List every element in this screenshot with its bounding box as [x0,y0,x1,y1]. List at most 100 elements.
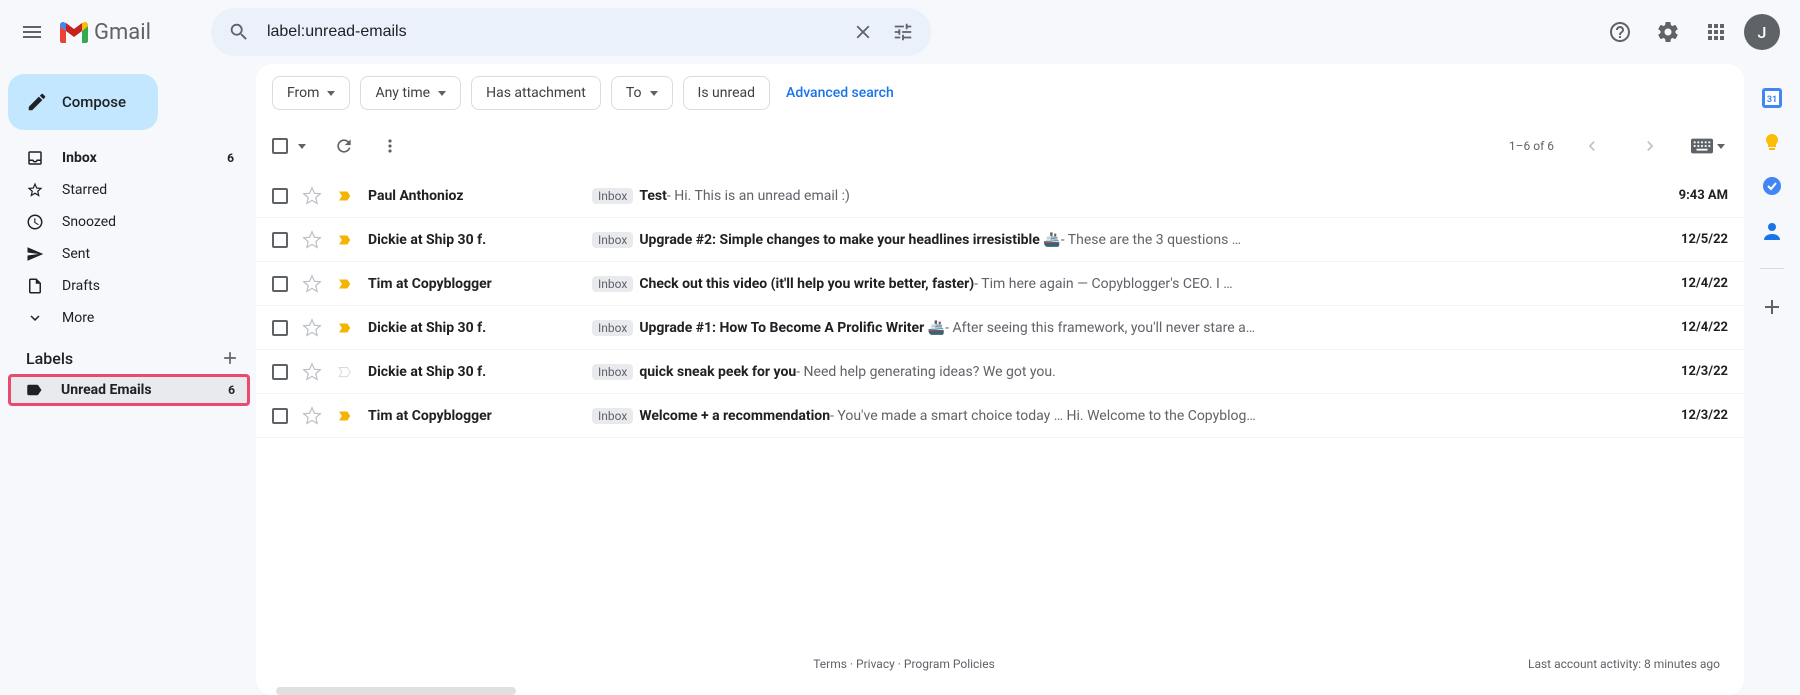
label-name: Unread Emails [61,382,210,398]
email-checkbox[interactable] [272,276,288,292]
search-input[interactable] [259,23,843,41]
email-row[interactable]: Tim at Copyblogger Inbox Check out this … [256,262,1744,306]
filter-is-unread[interactable]: Is unread [683,76,771,110]
importance-marker[interactable] [336,319,354,337]
apps-button[interactable] [1696,12,1736,52]
calendar-app-icon[interactable]: 31 [1762,88,1782,108]
policies-link[interactable]: Program Policies [904,657,995,671]
input-tools-button[interactable] [1688,126,1728,166]
email-subject: quick sneak peek for you [639,364,796,380]
star-button[interactable] [302,318,322,338]
sidebar-item-starred[interactable]: Starred [0,174,246,206]
logo[interactable]: Gmail [60,20,151,45]
nav-label: Inbox [62,150,209,166]
add-app-icon[interactable] [1762,297,1782,317]
terms-link[interactable]: Terms [813,657,847,671]
email-subject: Check out this video (it'll help you wri… [639,276,974,292]
label-unread-emails[interactable]: Unread Emails 6 [8,374,250,406]
sidebar-item-inbox[interactable]: Inbox6 [0,142,246,174]
email-date: 12/4/22 [1658,320,1728,335]
pencil-icon [26,91,48,113]
filter-any-time[interactable]: Any time [360,76,461,110]
email-checkbox[interactable] [272,408,288,424]
filter-has-attachment[interactable]: Has attachment [471,76,601,110]
select-all-checkbox[interactable] [272,138,288,154]
sidebar-item-more[interactable]: More [0,302,246,334]
compose-label: Compose [62,93,126,111]
help-button[interactable] [1600,12,1640,52]
email-sender: Paul Anthonioz [368,188,578,204]
scrollbar[interactable] [276,687,516,695]
panel-divider [1760,268,1784,269]
email-list: Paul Anthonioz Inbox Test - Hi. This is … [256,174,1744,527]
draft-icon [26,277,44,295]
hamburger-icon [20,20,44,44]
email-subject: Test [639,188,667,204]
footer: Terms · Privacy · Program Policies Last … [256,647,1744,681]
star-button[interactable] [302,362,322,382]
search-icon [228,21,250,43]
search-button[interactable] [219,12,259,52]
nav-label: Starred [62,182,234,198]
email-sender: Dickie at Ship 30 f. [368,364,578,380]
nav-label: Snoozed [62,214,234,230]
settings-button[interactable] [1648,12,1688,52]
email-subject-area: Inbox quick sneak peek for you - Need he… [592,364,1644,380]
chevron-down-icon [1717,144,1725,149]
sidebar-item-sent[interactable]: Sent [0,238,246,270]
clear-search-button[interactable] [843,12,883,52]
star-button[interactable] [302,406,322,426]
refresh-button[interactable] [324,126,364,166]
tasks-app-icon[interactable] [1762,176,1782,196]
sidebar: Compose Inbox6 Starred Snoozed SentDraftsMo… [0,64,256,695]
compose-button[interactable]: Compose [8,74,158,130]
inbox-tag: Inbox [592,320,633,336]
email-row[interactable]: Paul Anthonioz Inbox Test - Hi. This is … [256,174,1744,218]
help-icon [1608,20,1632,44]
email-checkbox[interactable] [272,188,288,204]
keep-app-icon[interactable] [1762,132,1782,152]
sidebar-item-drafts[interactable]: Drafts [0,270,246,302]
chevron-left-icon [1582,136,1602,156]
email-row[interactable]: Dickie at Ship 30 f. Inbox Upgrade #1: H… [256,306,1744,350]
importance-marker[interactable] [336,187,354,205]
add-label-icon[interactable] [220,348,240,368]
sidebar-item-snoozed[interactable]: Snoozed [0,206,246,238]
pagination-text: 1–6 of 6 [1509,139,1554,153]
search-options-button[interactable] [883,12,923,52]
select-dropdown-icon[interactable] [298,144,306,149]
star-button[interactable] [302,186,322,206]
star-icon [26,181,44,199]
chevron-down-icon [327,91,335,96]
email-checkbox[interactable] [272,232,288,248]
email-row[interactable]: Dickie at Ship 30 f. Inbox Upgrade #2: S… [256,218,1744,262]
avatar[interactable]: J [1744,14,1780,50]
next-page-button[interactable] [1630,126,1670,166]
contacts-app-icon[interactable] [1762,220,1782,240]
privacy-link[interactable]: Privacy [856,657,895,671]
star-button[interactable] [302,274,322,294]
toolbar: 1–6 of 6 [256,122,1744,174]
email-checkbox[interactable] [272,364,288,380]
inbox-tag: Inbox [592,408,633,424]
filter-to[interactable]: To [611,76,673,110]
star-button[interactable] [302,230,322,250]
refresh-icon [334,136,354,156]
email-date: 9:43 AM [1658,188,1728,203]
filter-from[interactable]: From [272,76,350,110]
prev-page-button[interactable] [1572,126,1612,166]
importance-marker[interactable] [336,407,354,425]
email-row[interactable]: Dickie at Ship 30 f. Inbox quick sneak p… [256,350,1744,394]
email-checkbox[interactable] [272,320,288,336]
menu-button[interactable] [8,8,56,56]
email-row[interactable]: Tim at Copyblogger Inbox Welcome + a rec… [256,394,1744,438]
inbox-tag: Inbox [592,364,633,380]
label-icon [25,381,43,399]
importance-marker[interactable] [336,363,354,381]
email-snippet: - You've made a smart choice today … Hi.… [830,408,1256,424]
more-button[interactable] [370,126,410,166]
importance-marker[interactable] [336,231,354,249]
email-snippet: - Need help generating ideas? We got you… [796,364,1056,380]
advanced-search-link[interactable]: Advanced search [786,85,894,101]
importance-marker[interactable] [336,275,354,293]
